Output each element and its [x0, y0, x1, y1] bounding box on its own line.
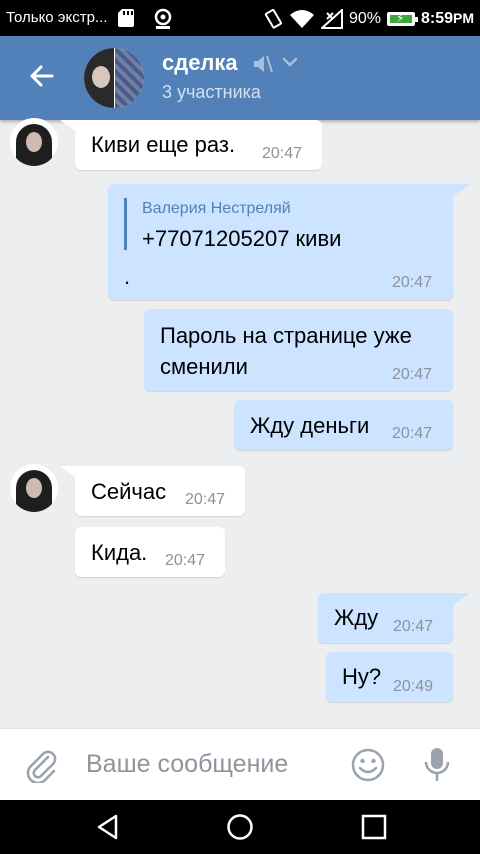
message-input-bar: Ваше сообщение: [0, 728, 480, 800]
message-bubble-outgoing[interactable]: Жду деньги 20:47: [234, 400, 453, 450]
clock-time: 8:59: [420, 10, 453, 27]
message-time: 20:49: [393, 678, 434, 695]
chevron-down-icon[interactable]: [282, 56, 298, 68]
forwarded-text: +77071205207 киви: [142, 226, 342, 251]
chat-header: сделка 3 участника: [0, 36, 480, 120]
bubble-tail: [448, 593, 470, 609]
message-text: Сейчас: [91, 479, 167, 504]
message-input[interactable]: Ваше сообщение: [86, 750, 288, 779]
message-bubble-outgoing[interactable]: Валерия Нестреляй +77071205207 киви . 20…: [108, 184, 453, 300]
vibrate-icon: [264, 8, 282, 29]
status-bar: Только экстр... 90% ⚡ 8:59PM: [0, 0, 480, 36]
clock: 8:59PM: [421, 10, 474, 28]
back-arrow-icon[interactable]: [20, 54, 64, 98]
message-bubble-outgoing[interactable]: Ну? 20:49: [326, 652, 453, 702]
message-time: 20:47: [165, 552, 206, 569]
message-time: 20:47: [392, 425, 433, 442]
message-text: Жду деньги: [250, 413, 370, 438]
message-text: Жду: [334, 605, 379, 630]
location-icon: [154, 8, 172, 29]
message-bubble-outgoing[interactable]: Жду 20:47: [318, 593, 453, 643]
sd-card-icon: [118, 9, 134, 27]
message-text-line-1: Пароль на странице уже: [160, 323, 412, 348]
message-bubble-incoming[interactable]: Сейчас 20:47: [75, 466, 245, 516]
forward-bar: [124, 198, 127, 250]
microphone-icon[interactable]: [420, 745, 454, 785]
home-circle-icon[interactable]: [226, 813, 254, 841]
system-nav-bar: [0, 800, 480, 854]
message-time: 20:47: [393, 618, 434, 635]
battery-charging-icon: ⚡: [386, 11, 418, 26]
message-text: Киви еще раз.: [91, 132, 236, 157]
message-text: Кида.: [91, 540, 148, 565]
recents-square-icon[interactable]: [360, 813, 388, 841]
message-text: .: [124, 264, 131, 289]
chat-avatar[interactable]: [84, 48, 144, 108]
bubble-tail: [448, 184, 470, 200]
clock-suffix: PM: [453, 10, 474, 26]
wifi-icon: [289, 10, 314, 28]
forwarded-author[interactable]: Валерия Нестреляй: [142, 200, 291, 218]
message-time: 20:47: [185, 491, 226, 508]
chat-subtitle: 3 участника: [162, 82, 261, 102]
signal-icon: [320, 9, 343, 29]
sender-avatar[interactable]: [10, 118, 58, 166]
emoji-icon[interactable]: [350, 747, 386, 783]
battery-percent: 90%: [348, 10, 381, 27]
sender-avatar[interactable]: [10, 464, 58, 512]
mute-icon: [254, 55, 273, 73]
message-text: Ну?: [342, 664, 382, 689]
status-right: 90% ⚡ 8:59PM: [263, 8, 474, 30]
chat-title[interactable]: сделка: [162, 50, 238, 76]
notification-text: Только экстр...: [6, 9, 108, 26]
back-triangle-icon[interactable]: [94, 813, 122, 841]
message-bubble-incoming[interactable]: Киви еще раз. 20:47: [75, 120, 322, 170]
message-time: 20:47: [392, 274, 433, 291]
message-bubble-incoming[interactable]: Кида. 20:47: [75, 527, 225, 577]
message-time: 20:47: [262, 145, 303, 162]
message-bubble-outgoing[interactable]: Пароль на странице уже сменили 20:47: [144, 309, 453, 391]
message-time: 20:47: [392, 366, 433, 383]
message-text-line-2: сменили: [160, 354, 248, 379]
attach-icon[interactable]: [24, 747, 58, 783]
